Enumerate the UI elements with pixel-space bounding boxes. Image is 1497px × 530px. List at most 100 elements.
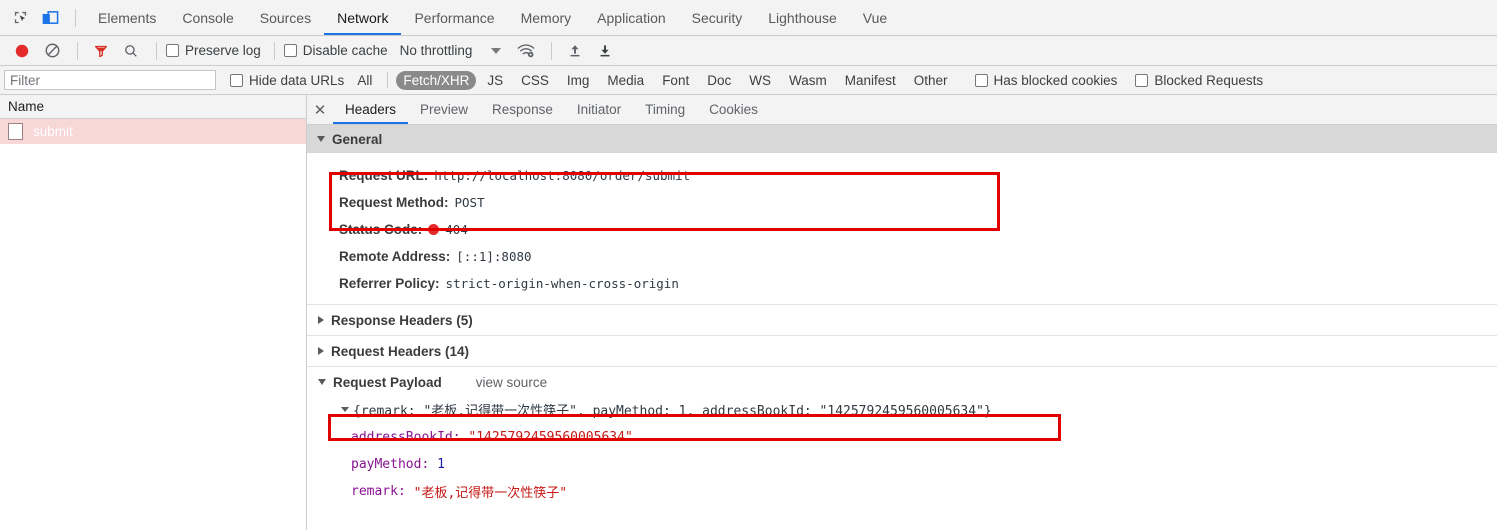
throttling-select-value[interactable]: No throttling (400, 43, 473, 58)
tab-timing[interactable]: Timing (633, 95, 697, 124)
chevron-down-icon (318, 379, 326, 385)
tab-security[interactable]: Security (679, 0, 756, 35)
tab-initiator[interactable]: Initiator (565, 95, 633, 124)
tab-label: Lighthouse (768, 9, 837, 26)
toolbar-divider (77, 41, 78, 60)
row-key: Referrer Policy: (339, 276, 440, 291)
tab-label: Security (691, 9, 743, 26)
tab-preview[interactable]: Preview (408, 95, 480, 124)
row-key: Request URL: (339, 168, 429, 183)
request-list-panel: Name submit (0, 95, 307, 530)
blocked-requests-label: Blocked Requests (1154, 72, 1264, 88)
filter-funnel-icon[interactable] (87, 38, 115, 64)
tab-console[interactable]: Console (169, 0, 246, 35)
filter-type-js[interactable]: JS (480, 71, 510, 90)
close-icon[interactable]: ✕ (307, 95, 333, 124)
general-row-status-code: Status Code: 404 (307, 216, 1497, 243)
tab-memory[interactable]: Memory (508, 0, 585, 35)
property-value: 1 (437, 457, 445, 472)
chevron-down-icon[interactable] (482, 38, 510, 64)
filter-type-css[interactable]: CSS (514, 71, 556, 90)
row-key: Status Code: (339, 222, 423, 237)
chevron-down-icon[interactable] (341, 406, 349, 412)
general-section-header[interactable]: General (307, 125, 1497, 153)
device-toolbar-icon[interactable] (36, 5, 64, 31)
filter-type-media[interactable]: Media (600, 71, 651, 90)
property-value: "1425792459560005634" (468, 430, 633, 445)
list-item[interactable]: submit (0, 119, 306, 144)
preserve-log-checkbox[interactable]: Preserve log (166, 43, 261, 58)
has-blocked-cookies-checkbox[interactable]: Has blocked cookies (974, 72, 1118, 88)
property-name: payMethod: (351, 457, 430, 472)
tab-label: Elements (98, 9, 157, 26)
has-blocked-cookies-label: Has blocked cookies (993, 72, 1118, 88)
tab-sources[interactable]: Sources (247, 0, 324, 35)
section-title: General (332, 131, 383, 147)
tab-vue[interactable]: Vue (850, 0, 900, 35)
preserve-log-label: Preserve log (185, 43, 261, 58)
payload-summary-text: {remark: "老板,记得带一次性筷子", payMethod: 1, ad… (353, 403, 992, 419)
property-value: "老板,记得带一次性筷子" (413, 486, 568, 501)
inspect-element-icon[interactable] (6, 5, 34, 31)
filter-type-other[interactable]: Other (907, 71, 955, 90)
general-row-request-method: Request Method: POST (307, 189, 1497, 216)
checkbox-box[interactable] (230, 73, 243, 87)
filter-type-img[interactable]: Img (560, 71, 597, 90)
network-control-toolbar: Preserve log Disable cache No throttling (0, 36, 1497, 66)
request-detail-panel: ✕ Headers Preview Response Initiator Tim… (307, 95, 1497, 530)
import-har-icon[interactable] (561, 38, 589, 64)
wifi-gear-icon[interactable] (512, 38, 540, 64)
response-headers-section-header[interactable]: Response Headers (5) (307, 304, 1497, 335)
general-row-request-url: Request URL: http://localhost:8080/order… (307, 162, 1497, 189)
filter-type-doc[interactable]: Doc (700, 71, 738, 90)
tab-response[interactable]: Response (480, 95, 565, 124)
hide-data-urls-label: Hide data URLs (249, 72, 345, 88)
row-value: 404 (445, 222, 468, 237)
payload-summary-row[interactable]: {remark: "老板,记得带一次性筷子", payMethod: 1, ad… (335, 397, 1497, 421)
status-error-dot-icon (428, 224, 440, 235)
request-payload-section-header[interactable]: Request Payload view source (307, 366, 1497, 397)
filter-type-manifest[interactable]: Manifest (838, 71, 903, 90)
tab-lighthouse[interactable]: Lighthouse (755, 0, 850, 35)
general-section-body: Request URL: http://localhost:8080/order… (307, 153, 1497, 304)
clear-icon[interactable] (38, 38, 66, 64)
filter-type-fetch-xhr[interactable]: Fetch/XHR (396, 70, 477, 90)
checkbox-box[interactable] (283, 44, 297, 57)
tab-headers[interactable]: Headers (333, 95, 409, 124)
property-name: addressBookId: (351, 430, 461, 445)
tab-elements[interactable]: Elements (85, 0, 169, 35)
export-har-icon[interactable] (591, 38, 619, 64)
filter-type-wasm[interactable]: Wasm (782, 71, 834, 90)
search-icon[interactable] (117, 38, 145, 64)
tab-performance[interactable]: Performance (401, 0, 507, 35)
tab-application[interactable]: Application (584, 0, 679, 35)
filter-type-all[interactable]: All (350, 71, 379, 90)
headers-content: General Request URL: http://localhost:80… (307, 125, 1497, 530)
row-value: POST (454, 195, 485, 210)
tab-network[interactable]: Network (324, 0, 402, 35)
record-icon[interactable] (8, 38, 36, 64)
blocked-requests-checkbox[interactable]: Blocked Requests (1135, 73, 1263, 88)
chevron-right-icon (318, 347, 324, 355)
payload-property-paymethod: payMethod: 1 (307, 451, 1497, 478)
filter-type-ws[interactable]: WS (742, 71, 778, 90)
general-row-remote-address: Remote Address: [::1]:8080 (307, 243, 1497, 270)
row-value: http://localhost:8080/order/submit (434, 168, 691, 183)
tab-label: Timing (645, 102, 686, 117)
detail-tabbar: ✕ Headers Preview Response Initiator Tim… (307, 95, 1497, 125)
filter-type-font[interactable]: Font (655, 71, 696, 90)
network-split: Name submit ✕ Headers Preview Response I… (0, 95, 1497, 530)
section-title: Request Payload (333, 374, 442, 390)
tab-label: Cookies (709, 102, 758, 117)
filter-input[interactable] (4, 70, 216, 90)
filter-divider (387, 72, 389, 88)
checkbox-box[interactable] (1135, 73, 1149, 87)
hide-data-urls-checkbox[interactable]: Hide data URLs (230, 73, 344, 88)
disable-cache-checkbox[interactable]: Disable cache (283, 43, 388, 58)
tab-cookies[interactable]: Cookies (697, 95, 770, 124)
request-headers-section-header[interactable]: Request Headers (14) (307, 335, 1497, 366)
checkbox-box[interactable] (974, 73, 988, 87)
view-source-link[interactable]: view source (476, 375, 547, 390)
checkbox-box[interactable] (166, 44, 179, 57)
tab-label: Performance (414, 9, 495, 26)
